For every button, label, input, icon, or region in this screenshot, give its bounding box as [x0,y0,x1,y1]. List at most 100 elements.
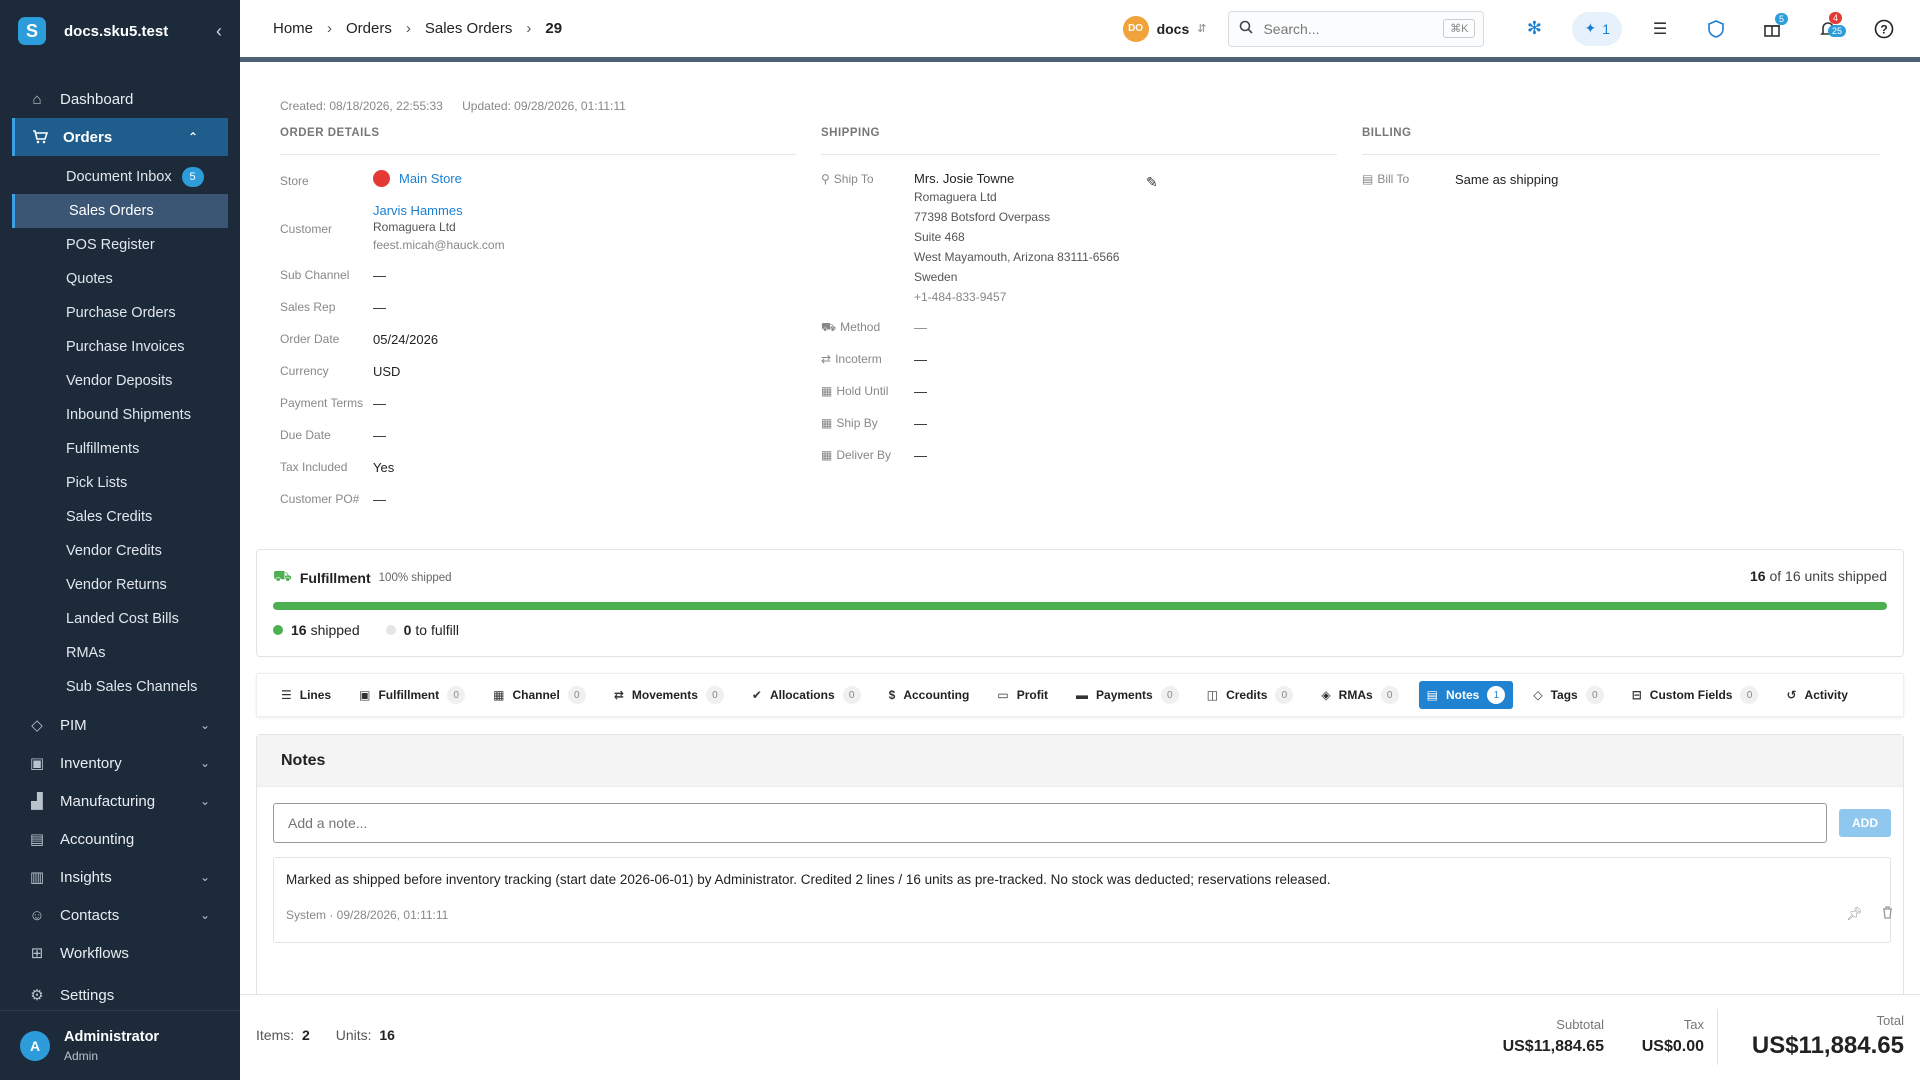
tab-channel[interactable]: ▦ Channel 0 [485,681,594,709]
method-label: ⛟ Method [821,320,880,336]
user-role: Admin [64,1048,99,1063]
pin-icon[interactable]: 📌︎ [1846,906,1863,922]
tasks-icon[interactable]: ☰ [1640,9,1680,49]
tab-custom-fields[interactable]: ⊟ Custom Fields 0 [1624,681,1767,709]
tab-credits[interactable]: ◫ Credits 0 [1199,681,1302,709]
sidebar-item-orders[interactable]: Orders ⌃ [12,118,228,156]
breadcrumb-orders[interactable]: Orders [346,20,392,37]
user-menu[interactable]: A Administrator Admin [0,1010,240,1080]
ship-by-value: — [914,416,927,431]
sidebar-item-manufacturing[interactable]: ▟ Manufacturing ⌄ [0,782,240,820]
customer-company: Romaguera Ltd [373,220,456,234]
breadcrumb-sales-orders[interactable]: Sales Orders [425,20,513,37]
sidebar-item-pos-register[interactable]: POS Register [0,228,240,262]
truck-icon: ⛟ [821,320,837,334]
tab-label: Notes [1446,688,1480,702]
sidebar-item-sales-orders[interactable]: Sales Orders [12,194,228,228]
sidebar-item-insights[interactable]: ▥ Insights ⌄ [0,858,240,896]
snowflake-icon[interactable]: ✻ [1514,9,1554,49]
sidebar-item-inbound-shipments[interactable]: Inbound Shipments [0,398,240,432]
add-note-input[interactable] [273,803,1827,843]
trash-icon[interactable] [1882,906,1893,922]
sidebar-item-pick-lists[interactable]: Pick Lists [0,466,240,500]
sidebar-item-rmas[interactable]: RMAs [0,636,240,670]
tab-movements[interactable]: ⇄ Movements 0 [606,681,732,709]
sidebar-item-inventory[interactable]: ▣ Inventory ⌄ [0,744,240,782]
tab-tags[interactable]: ◇ Tags 0 [1525,681,1611,709]
customer-link[interactable]: Jarvis Hammes [373,203,463,218]
tab-lines[interactable]: ☰ Lines [273,681,339,709]
fulfillment-title: Fulfillment [299,569,371,586]
bell-icon[interactable]: 4 25 [1808,9,1848,49]
updated-at: Updated: 09/28/2026, 01:11:11 [462,99,626,113]
to-fulfill-count: 0 [403,622,412,638]
items-label: Items: [256,1027,295,1043]
sidebar-item-vendor-returns[interactable]: Vendor Returns [0,568,240,602]
sidebar-item-vendor-credits[interactable]: Vendor Credits [0,534,240,568]
notes-title: Notes [257,735,1903,787]
tab-rmas[interactable]: ◈ RMAs 0 [1313,681,1406,709]
org-switcher[interactable]: DO docs ⇵ [1122,15,1206,42]
gift-icon[interactable]: 5 [1752,9,1792,49]
sidebar-item-dashboard[interactable]: ⌂ Dashboard [0,80,240,118]
cash-icon: ▭ [997,688,1009,702]
sidebar-item-settings[interactable]: ⚙ Settings [0,976,240,1014]
sidebar-item-accounting[interactable]: ▤ Accounting [0,820,240,858]
shield-icon[interactable] [1696,9,1736,49]
top-bar: Home › Orders › Sales Orders › 29 DO doc… [240,0,1920,62]
sidebar-item-label: Vendor Deposits [66,373,173,389]
sidebar-item-purchase-orders[interactable]: Purchase Orders [0,296,240,330]
sidebar-item-pim[interactable]: ◇ PIM ⌄ [0,706,240,744]
sidebar-item-label: Sales Credits [66,509,153,525]
tab-payments[interactable]: ▬ Payments 0 [1068,681,1187,709]
tab-label: Activity [1804,688,1848,702]
sidebar-item-document-inbox[interactable]: Document Inbox 5 [0,160,240,194]
chevron-left-icon[interactable]: ‹ [216,21,222,42]
tab-count: 0 [567,686,586,704]
sidebar-item-purchase-invoices[interactable]: Purchase Invoices [0,330,240,364]
sidebar-item-sales-credits[interactable]: Sales Credits [0,500,240,534]
tab-allocations[interactable]: ✔ Allocations 0 [744,681,869,709]
tab-activity[interactable]: ↺ Activity [1778,681,1855,709]
total-label: Total [1876,1013,1904,1028]
sales-rep-label: Sales Rep [280,300,336,314]
pencil-icon[interactable]: ✎ [1146,174,1158,191]
breadcrumb-home[interactable]: Home [273,20,313,37]
sidebar-item-fulfillments[interactable]: Fulfillments [0,432,240,466]
tab-profit[interactable]: ▭ Profit [989,681,1056,709]
units-shipped-count: 16 [1750,568,1766,584]
tab-label: Custom Fields [1649,688,1733,702]
tab-label: Credits [1226,688,1268,702]
sidebar-item-quotes[interactable]: Quotes [0,262,240,296]
tab-count: 0 [705,686,724,704]
ai-assistant-button[interactable]: ✦ 1 [1572,11,1622,46]
ship-to-company: Romaguera Ltd [914,190,997,204]
calendar-icon: ▦ [821,448,833,462]
chevron-down-icon: ⌄ [199,908,210,922]
sidebar-item-label: Purchase Invoices [66,339,185,355]
search-input[interactable]: Search... ⌘K [1228,10,1485,47]
sidebar-item-label: Pick Lists [66,475,128,491]
workflow-icon: ⊞ [30,945,44,962]
sidebar-item-label: Sub Sales Channels [66,679,198,695]
sidebar-item-label: Vendor Returns [66,577,167,593]
sidebar-item-contacts[interactable]: ☺ Contacts ⌄ [0,896,240,934]
sidebar-item-label: Vendor Credits [66,543,162,559]
gear-icon: ⚙ [30,987,44,1004]
sidebar-item-workflows[interactable]: ⊞ Workflows [0,934,240,972]
help-icon[interactable]: ? [1864,9,1904,49]
sidebar-item-sub-sales-channels[interactable]: Sub Sales Channels [0,670,240,704]
tab-fulfillment[interactable]: ▣ Fulfillment 0 [351,681,473,709]
tab-label: Lines [299,688,332,702]
items-summary: Items: 2 Units: 16 [256,1027,395,1043]
tab-notes[interactable]: ▤ Notes 1 [1418,681,1514,709]
ai-count: 1 [1602,20,1610,37]
sidebar-item-landed-cost-bills[interactable]: Landed Cost Bills [0,602,240,636]
store-link[interactable]: Main Store [399,171,462,186]
chevron-right-icon: › [327,20,333,37]
sidebar-item-vendor-deposits[interactable]: Vendor Deposits [0,364,240,398]
ship-to-line2: Suite 468 [914,230,965,244]
units-value: 16 [379,1027,395,1043]
tab-accounting[interactable]: $ Accounting [881,681,978,709]
add-note-button[interactable]: ADD [1839,809,1891,837]
